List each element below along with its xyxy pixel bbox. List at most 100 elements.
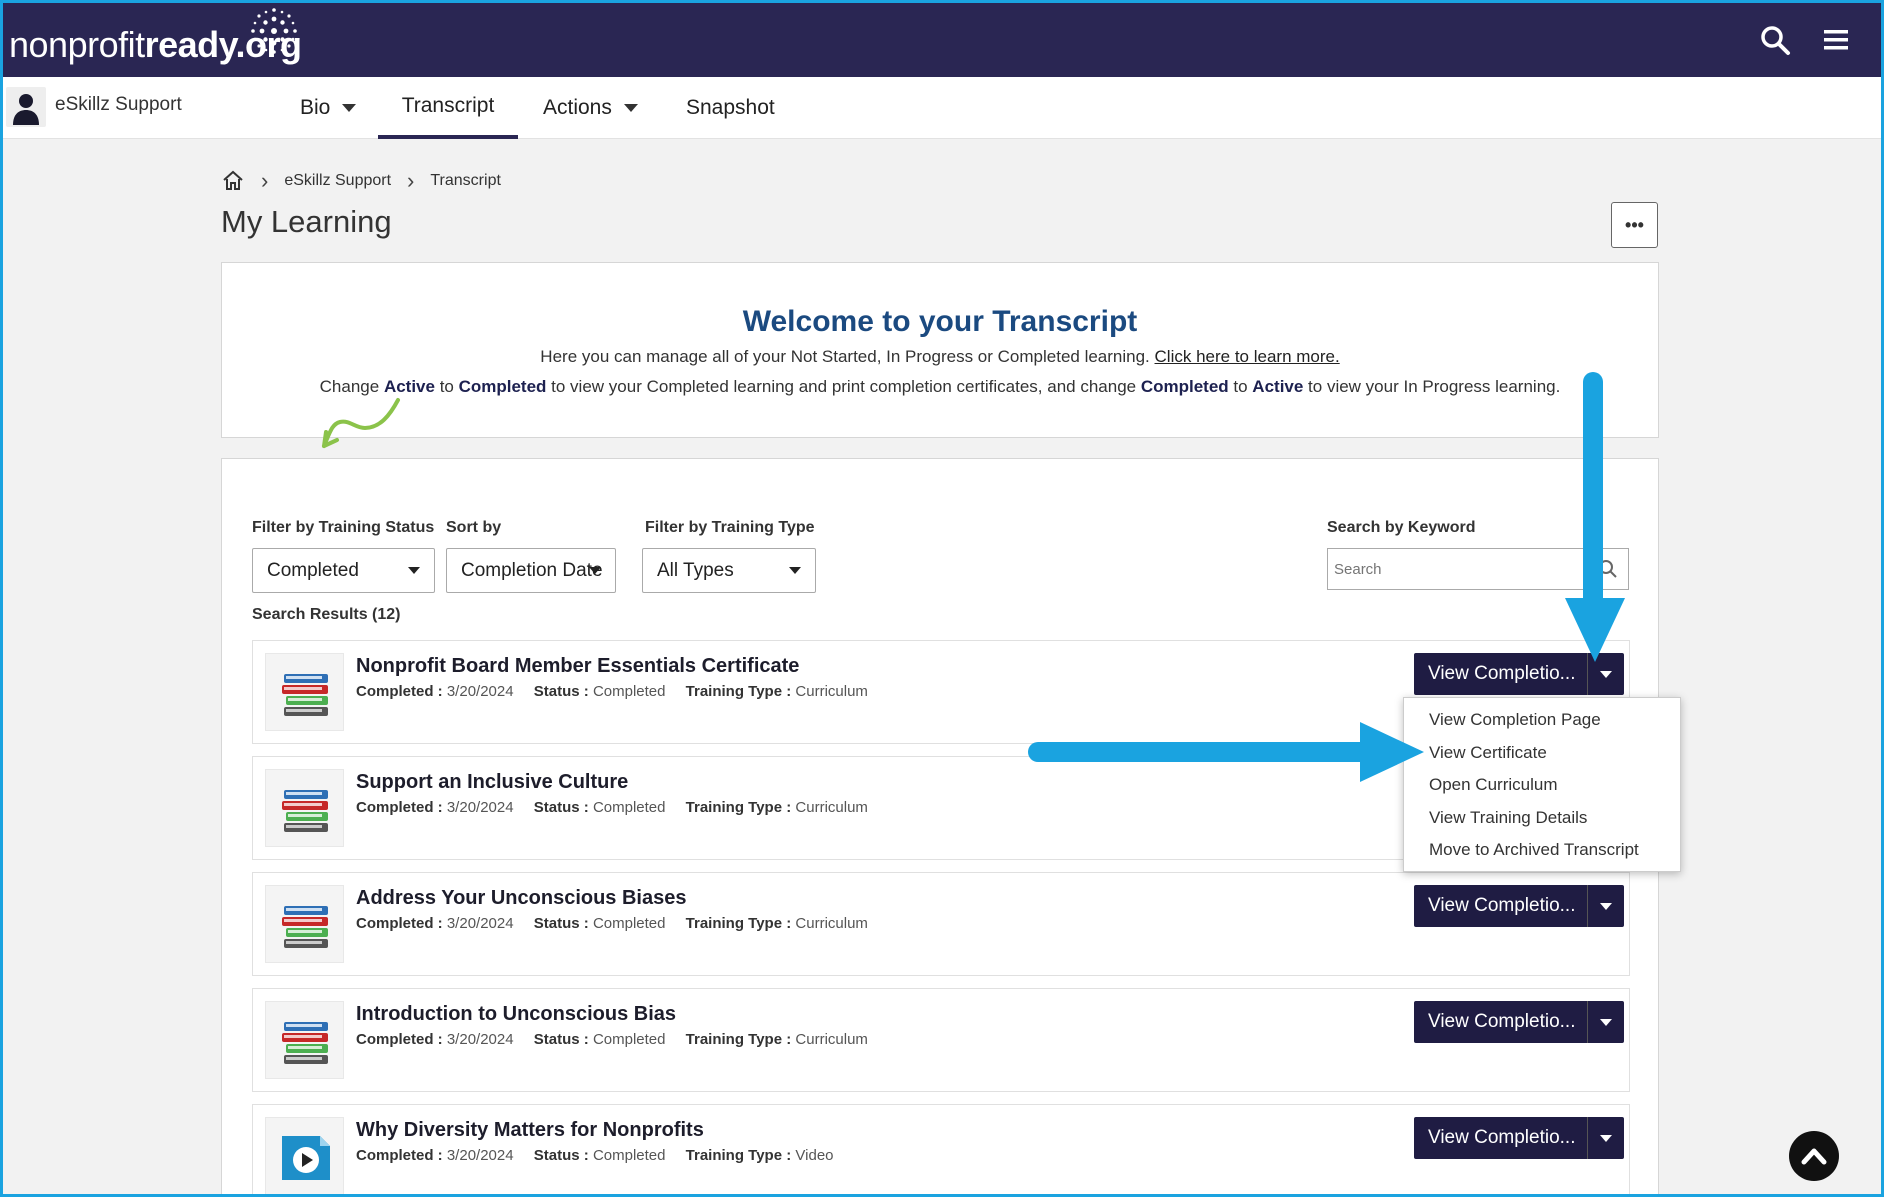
hamburger-menu-icon[interactable] — [1822, 24, 1854, 56]
caret-down-icon — [342, 104, 357, 112]
actions-dropdown-toggle[interactable] — [1587, 1117, 1624, 1159]
welcome-line1-text: Here you can manage all of your Not Star… — [540, 347, 1155, 366]
menu-item-open-curriculum[interactable]: Open Curriculum — [1429, 775, 1558, 795]
instruction-text: to — [434, 377, 459, 396]
training-title[interactable]: Nonprofit Board Member Essentials Certif… — [356, 655, 799, 678]
actions-dropdown-toggle[interactable] — [1587, 885, 1624, 927]
training-type-label: Training Type : — [685, 915, 792, 932]
completed-date: 3/20/2024 — [446, 1031, 514, 1048]
books-icon — [282, 1022, 328, 1064]
type-filter-select[interactable]: All Types — [642, 548, 816, 593]
nav-transcript[interactable]: Transcript — [378, 77, 518, 139]
status-label: Status : — [533, 1031, 589, 1048]
training-type-label: Training Type : — [685, 799, 792, 816]
training-type-value: Video — [795, 1147, 834, 1164]
page-title: My Learning — [221, 204, 392, 239]
caret-down-icon — [623, 104, 638, 112]
status-value: Completed — [592, 915, 666, 932]
scroll-to-top-button[interactable] — [1789, 1131, 1839, 1181]
logo-text-light: nonprofit — [9, 24, 145, 65]
menu-item-view-completion-page[interactable]: View Completion Page — [1429, 710, 1601, 730]
status-filter-value: Completed — [267, 559, 359, 581]
nav-snapshot-label: Snapshot — [686, 96, 775, 119]
learn-more-link[interactable]: Click here to learn more. — [1155, 347, 1340, 366]
training-thumbnail — [265, 653, 344, 731]
search-icon[interactable] — [1759, 24, 1791, 56]
training-title[interactable]: Introduction to Unconscious Bias — [356, 1003, 676, 1026]
training-title[interactable]: Why Diversity Matters for Nonprofits — [356, 1119, 704, 1142]
profile-nav: eSkillz Support Bio Transcript Actions S… — [0, 77, 1884, 139]
nav-snapshot[interactable]: Snapshot — [686, 77, 775, 139]
sort-label: Sort by — [446, 519, 502, 536]
chevron-up-icon — [1801, 1148, 1827, 1165]
menu-item-view-certificate[interactable]: View Certificate — [1429, 743, 1547, 763]
instruction-text: Change — [319, 377, 384, 396]
user-name: eSkillz Support — [55, 94, 182, 115]
status-filter-select[interactable]: Completed — [252, 548, 435, 593]
results-count: Search Results (12) — [252, 606, 401, 623]
instruction-text: to view your In Progress learning. — [1303, 377, 1561, 396]
completed-label: Completed : — [356, 1031, 443, 1048]
training-type-value: Curriculum — [795, 683, 868, 700]
training-type-label: Training Type : — [685, 1031, 792, 1048]
home-icon[interactable] — [221, 169, 245, 193]
training-thumbnail — [265, 1001, 344, 1079]
completed-date: 3/20/2024 — [446, 1147, 514, 1164]
view-completion-split-button: View Completio... — [1414, 1117, 1624, 1159]
instruction-text: to — [1228, 377, 1253, 396]
breadcrumb-item-user[interactable]: eSkillz Support — [284, 172, 391, 190]
completed-label: Completed : — [356, 915, 443, 932]
view-completion-split-button: View Completio... — [1414, 1001, 1624, 1043]
welcome-title: Welcome to your Transcript — [742, 305, 1138, 338]
welcome-card: Welcome to your Transcript Here you can … — [221, 262, 1659, 438]
training-meta: Completed : 3/20/2024 Status : Completed… — [356, 915, 868, 932]
caret-down-icon — [789, 567, 801, 574]
books-icon — [282, 790, 328, 832]
training-type-value: Curriculum — [795, 799, 868, 816]
chevron-right-icon: › — [261, 168, 269, 193]
nav-bio-label: Bio — [300, 96, 331, 119]
training-title[interactable]: Address Your Unconscious Biases — [356, 887, 686, 910]
sort-select[interactable]: Completion Date — [446, 548, 616, 593]
training-type-value: Curriculum — [795, 915, 868, 932]
training-thumbnail — [265, 885, 344, 963]
status-label: Status : — [533, 1147, 589, 1164]
nav-actions[interactable]: Actions — [543, 77, 638, 139]
type-filter-label: Filter by Training Type — [645, 519, 815, 536]
breadcrumb-item-transcript: Transcript — [430, 172, 501, 189]
training-meta: Completed : 3/20/2024 Status : Completed… — [356, 799, 868, 816]
view-completion-button[interactable]: View Completio... — [1414, 1001, 1587, 1043]
more-options-button[interactable]: ••• — [1611, 202, 1658, 248]
nav-bio[interactable]: Bio — [300, 77, 357, 139]
completed-date: 3/20/2024 — [446, 915, 514, 932]
top-bar: nonprofit ready.org — [0, 0, 1884, 77]
avatar — [6, 87, 46, 127]
nav-transcript-label: Transcript — [401, 94, 495, 117]
actions-dropdown-toggle[interactable] — [1587, 1001, 1624, 1043]
keyword-search-input[interactable] — [1328, 560, 1588, 578]
completed-label: Completed : — [356, 1147, 443, 1164]
instruction-bold: Completed — [1140, 377, 1229, 396]
view-completion-button[interactable]: View Completio... — [1414, 1117, 1587, 1159]
status-label: Status : — [533, 683, 589, 700]
instruction-bold: Completed — [458, 377, 547, 396]
menu-item-move-to-archived[interactable]: Move to Archived Transcript — [1429, 840, 1639, 860]
view-completion-button[interactable]: View Completio... — [1414, 653, 1587, 695]
instruction-bold: Active — [1252, 377, 1304, 396]
menu-item-view-training-details[interactable]: View Training Details — [1429, 808, 1587, 828]
view-completion-button[interactable]: View Completio... — [1414, 885, 1587, 927]
completed-date: 3/20/2024 — [446, 683, 514, 700]
books-icon — [282, 674, 328, 716]
actions-dropdown-toggle[interactable] — [1587, 653, 1624, 695]
search-icon[interactable] — [1598, 559, 1618, 579]
training-title[interactable]: Support an Inclusive Culture — [356, 771, 628, 794]
caret-down-icon — [1600, 1018, 1612, 1026]
training-meta: Completed : 3/20/2024 Status : Completed… — [356, 1031, 868, 1048]
training-type-label: Training Type : — [685, 1147, 792, 1164]
nav-actions-label: Actions — [543, 96, 612, 119]
status-value: Completed — [592, 1147, 666, 1164]
status-label: Status : — [533, 915, 589, 932]
list-item: Address Your Unconscious Biases Complete… — [252, 872, 1630, 976]
view-completion-split-button: View Completio... — [1414, 885, 1624, 927]
site-logo[interactable]: nonprofit ready.org — [9, 8, 302, 66]
